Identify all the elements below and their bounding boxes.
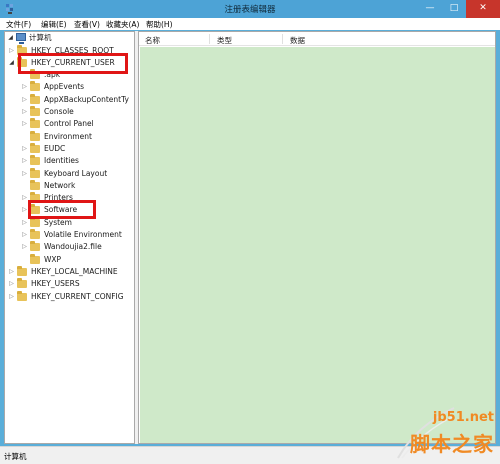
- computer-icon: [16, 33, 26, 44]
- tree-item[interactable]: Environment: [5, 130, 134, 143]
- tree-item-label: HKEY_CURRENT_CONFIG: [31, 291, 124, 301]
- tree-item[interactable]: ▷ HKEY_LOCAL_MACHINE: [5, 265, 134, 278]
- column-type[interactable]: 类型: [217, 35, 232, 46]
- menu-file[interactable]: 文件(F): [6, 19, 31, 30]
- folder-icon: [30, 81, 40, 92]
- tree-item[interactable]: WXP: [5, 253, 134, 266]
- menu-view[interactable]: 查看(V): [74, 19, 100, 30]
- minimize-button[interactable]: —: [418, 0, 442, 18]
- folder-icon: [30, 229, 40, 239]
- tree-item[interactable]: ▷ AppEvents: [5, 81, 134, 93]
- registry-tree[interactable]: ◢ 计算机 ▷ HKEY_CLASSES_ROOT ◢ HKEY_CURRENT_US…: [4, 31, 135, 444]
- menu-bar: 文件(F) 编辑(E) 查看(V) 收藏夹(A) 帮助(H): [0, 18, 500, 30]
- column-name[interactable]: 名称: [145, 35, 160, 46]
- highlight-box-software: [28, 200, 96, 219]
- tree-item-label: HKEY_LOCAL_MACHINE: [31, 266, 118, 276]
- expand-arrow-icon: [21, 180, 28, 192]
- status-path: 计算机: [4, 452, 27, 461]
- tree-item[interactable]: ▷ Console: [5, 106, 134, 118]
- expand-arrow-icon[interactable]: ▷: [21, 118, 28, 130]
- folder-icon: [30, 241, 40, 252]
- tree-item-label: AppEvents: [44, 82, 85, 92]
- title-bar: 注册表编辑器 — □ ✕: [0, 0, 500, 18]
- folder-icon: [30, 179, 40, 190]
- expand-arrow-icon: [21, 131, 28, 143]
- tree-item[interactable]: ▷ Control Panel: [5, 118, 134, 130]
- expand-arrow-icon[interactable]: ▷: [8, 266, 15, 278]
- collapse-arrow-icon[interactable]: ◢: [7, 32, 14, 44]
- folder-icon: [30, 93, 40, 104]
- tree-item-label: Network: [44, 180, 76, 190]
- expand-arrow-icon[interactable]: ▷: [21, 192, 28, 204]
- folder-icon: [30, 253, 40, 264]
- folder-icon: [30, 118, 40, 129]
- column-divider[interactable]: [209, 34, 210, 44]
- expand-arrow-icon[interactable]: ▷: [21, 155, 28, 167]
- folder-icon: [30, 106, 40, 116]
- expand-arrow-icon[interactable]: ▷: [8, 278, 15, 290]
- tree-item[interactable]: ▷ EUDC: [5, 142, 134, 155]
- collapse-arrow-icon[interactable]: ◢: [8, 57, 15, 69]
- expand-arrow-icon[interactable]: ▷: [21, 217, 28, 229]
- expand-arrow-icon[interactable]: ▷: [21, 229, 28, 241]
- tree-item-label: Volatile Environment: [44, 230, 122, 239]
- expand-arrow-icon[interactable]: ▷: [8, 291, 15, 303]
- tree-item-label: EUDC: [44, 143, 66, 153]
- expand-arrow-icon[interactable]: ▷: [21, 81, 28, 93]
- expand-arrow-icon[interactable]: ▷: [21, 241, 28, 253]
- menu-help[interactable]: 帮助(H): [146, 19, 173, 30]
- tree-item-label: Wandoujia2.file: [44, 242, 102, 252]
- tree-item-label: WXP: [44, 254, 62, 264]
- tree-item-label: Identities: [44, 156, 79, 166]
- expand-arrow-icon[interactable]: ▷: [21, 94, 28, 106]
- expand-arrow-icon: [21, 254, 28, 266]
- column-data[interactable]: 数据: [290, 35, 305, 46]
- tree-item-label: Console: [44, 107, 74, 116]
- tree-item-label: Control Panel: [44, 119, 94, 129]
- expand-arrow-icon[interactable]: ▷: [21, 204, 28, 216]
- folder-icon: [30, 142, 40, 153]
- tree-item-label: Environment: [44, 131, 92, 141]
- tree-item-label: 计算机: [29, 33, 52, 42]
- menu-favorites[interactable]: 收藏夹(A): [106, 19, 139, 30]
- folder-icon: [17, 290, 27, 301]
- folder-icon: [30, 155, 40, 166]
- watermark-site-name: 脚本之家: [410, 432, 494, 456]
- site-watermark: jb51.net 脚本之家: [396, 406, 496, 460]
- tree-item[interactable]: ▷ AppXBackupContentTy: [5, 93, 134, 106]
- folder-icon: [17, 278, 27, 289]
- tree-item-label: HKEY_USERS: [31, 279, 80, 289]
- tree-item[interactable]: ▷ Identities: [5, 155, 134, 167]
- expand-arrow-icon[interactable]: ▷: [21, 168, 28, 180]
- tree-item[interactable]: ▷ Keyboard Layout: [5, 167, 134, 180]
- column-divider[interactable]: [282, 34, 283, 44]
- folder-icon: [30, 216, 40, 227]
- expand-arrow-icon[interactable]: ▷: [21, 143, 28, 155]
- tree-item[interactable]: ▷ HKEY_USERS: [5, 278, 134, 290]
- tree-item[interactable]: ▷ Wandoujia2.file: [5, 241, 134, 253]
- tree-item-label: AppXBackupContentTy: [44, 94, 129, 104]
- values-list-body[interactable]: [140, 47, 495, 443]
- tree-item-computer[interactable]: ◢ 计算机: [5, 32, 134, 44]
- tree-item[interactable]: Network: [5, 179, 134, 192]
- values-list[interactable]: 名称 类型 数据: [138, 31, 496, 444]
- menu-edit[interactable]: 编辑(E): [41, 19, 67, 30]
- watermark-url: jb51.net: [432, 410, 494, 425]
- expand-arrow-icon[interactable]: ▷: [21, 106, 28, 118]
- list-header: 名称 类型 数据: [139, 32, 495, 46]
- folder-icon: [30, 130, 40, 141]
- tree-item[interactable]: ▷ HKEY_CURRENT_CONFIG: [5, 290, 134, 303]
- highlight-box-hkcu: [18, 53, 128, 74]
- folder-icon: [17, 265, 27, 276]
- close-button[interactable]: ✕: [466, 0, 500, 18]
- tree-item-label: Keyboard Layout: [44, 168, 108, 178]
- folder-icon: [30, 167, 40, 178]
- tree-item[interactable]: ▷ Volatile Environment: [5, 229, 134, 241]
- maximize-button[interactable]: □: [442, 0, 466, 18]
- expand-arrow-icon[interactable]: ▷: [8, 45, 15, 57]
